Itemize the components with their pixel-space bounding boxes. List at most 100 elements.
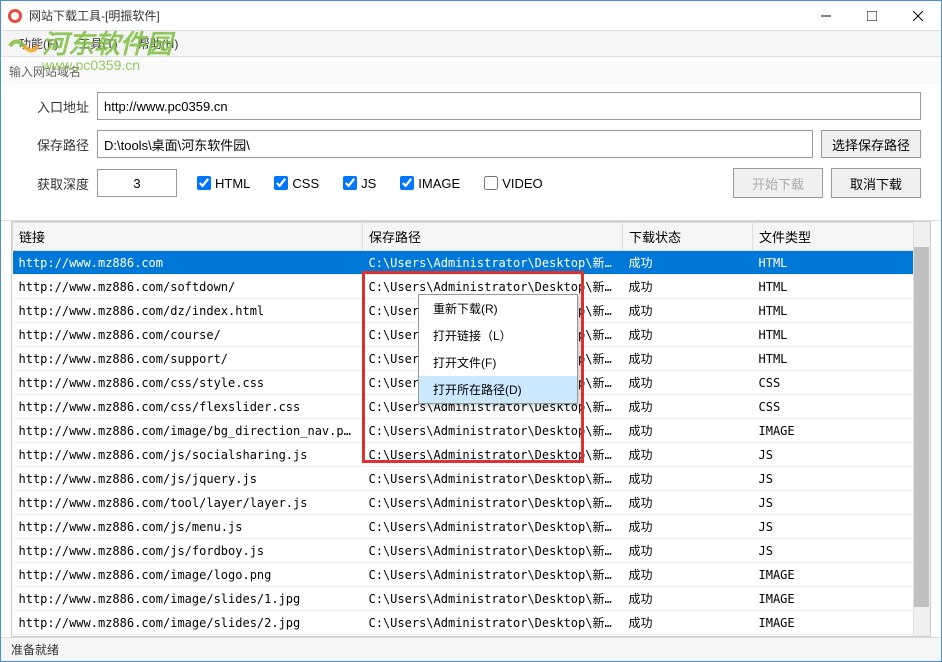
statusbar: 准备就绪 <box>1 637 941 661</box>
cell-link: http://www.mz886.com/js/jquery.js <box>13 467 363 491</box>
table-row[interactable]: http://www.mz886.com/js/jquery.jsC:\User… <box>13 467 930 491</box>
table-row[interactable]: http://www.mz886.comC:\Users\Administrat… <box>13 251 930 275</box>
depth-label: 获取深度 <box>21 174 89 193</box>
context-menu: 重新下载(R)打开链接（L）打开文件(F)打开所在路径(D) <box>418 294 578 404</box>
cell-status: 成功 <box>623 491 753 515</box>
cell-status: 成功 <box>623 563 753 587</box>
checkbox-label: VIDEO <box>502 176 542 191</box>
cell-path: C:\Users\Administrator\Desktop\新建文件夹\ima… <box>363 611 623 635</box>
table-row[interactable]: http://www.mz886.com/js/menu.jsC:\Users\… <box>13 515 930 539</box>
cell-type: CSS <box>753 371 930 395</box>
cell-status: 成功 <box>623 251 753 275</box>
cell-type: JS <box>753 515 930 539</box>
cell-status: 成功 <box>623 395 753 419</box>
cell-status: 成功 <box>623 275 753 299</box>
cell-type: HTML <box>753 275 930 299</box>
cell-link: http://www.mz886.com/js/socialsharing.js <box>13 443 363 467</box>
cell-status: 成功 <box>623 323 753 347</box>
header-type[interactable]: 文件类型 <box>753 223 930 251</box>
checkbox-css[interactable]: CSS <box>274 176 319 191</box>
cell-path: C:\Users\Administrator\Desktop\新建文件夹\js\… <box>363 443 623 467</box>
cell-link: http://www.mz886.com/course/ <box>13 323 363 347</box>
cell-link: http://www.mz886.com/dz/index.html <box>13 299 363 323</box>
checkbox-input-css[interactable] <box>274 176 288 190</box>
path-input[interactable] <box>97 130 813 158</box>
section-header: 输入网站域名 <box>1 57 941 84</box>
cell-type: HTML <box>753 323 930 347</box>
cell-path: C:\Users\Administrator\Desktop\新建文件夹\ima… <box>363 419 623 443</box>
cell-status: 成功 <box>623 467 753 491</box>
checkbox-input-video[interactable] <box>484 176 498 190</box>
form-area: 入口地址 保存路径 选择保存路径 获取深度 HTML CSS JS IMAGE VIDE… <box>1 84 941 221</box>
checkbox-input-js[interactable] <box>343 176 357 190</box>
cell-path: C:\Users\Administrator\Desktop\新建文件夹\ima… <box>363 587 623 611</box>
choose-path-button[interactable]: 选择保存路径 <box>821 130 921 158</box>
maximize-button[interactable] <box>849 1 895 31</box>
cell-link: http://www.mz886.com/support/ <box>13 347 363 371</box>
cell-status: 成功 <box>623 347 753 371</box>
cell-path: C:\Users\Administrator\Desktop\新建文件夹\js\… <box>363 539 623 563</box>
status-text: 准备就绪 <box>11 641 59 658</box>
checkbox-label: HTML <box>215 176 250 191</box>
cell-type: IMAGE <box>753 611 930 635</box>
context-item[interactable]: 打开所在路径(D) <box>419 376 577 403</box>
close-button[interactable] <box>895 1 941 31</box>
table-row[interactable]: http://www.mz886.com/image/slides/1.jpgC… <box>13 587 930 611</box>
cell-path: C:\Users\Administrator\Desktop\新建文件夹\ind… <box>363 251 623 275</box>
cell-status: 成功 <box>623 515 753 539</box>
cell-type: JS <box>753 467 930 491</box>
table-row[interactable]: http://www.mz886.com/js/fordboy.jsC:\Use… <box>13 539 930 563</box>
depth-input[interactable] <box>97 169 177 197</box>
context-item[interactable]: 重新下载(R) <box>419 295 577 322</box>
checkbox-video[interactable]: VIDEO <box>484 176 542 191</box>
scrollbar-track[interactable] <box>913 222 930 636</box>
cell-link: http://www.mz886.com/image/logo.png <box>13 563 363 587</box>
cell-type: IMAGE <box>753 419 930 443</box>
cell-type: IMAGE <box>753 563 930 587</box>
checkbox-js[interactable]: JS <box>343 176 376 191</box>
menu-help[interactable]: 帮助(H) <box>128 32 189 55</box>
menu-tools[interactable]: 工具(T) <box>68 32 127 55</box>
cell-link: http://www.mz886.com/js/menu.js <box>13 515 363 539</box>
checkbox-html[interactable]: HTML <box>197 176 250 191</box>
table-row[interactable]: http://www.mz886.com/js/socialsharing.js… <box>13 443 930 467</box>
cell-status: 成功 <box>623 539 753 563</box>
cell-link: http://www.mz886.com/tool/layer/layer.js <box>13 491 363 515</box>
menubar: 功能(F) 工具(T) 帮助(H) <box>1 31 941 57</box>
cell-link: http://www.mz886.com/image/slides/1.jpg <box>13 587 363 611</box>
menu-function[interactable]: 功能(F) <box>9 32 68 55</box>
cancel-download-button[interactable]: 取消下载 <box>831 168 921 198</box>
checkbox-input-image[interactable] <box>400 176 414 190</box>
cell-type: JS <box>753 539 930 563</box>
checkbox-image[interactable]: IMAGE <box>400 176 460 191</box>
cell-path: C:\Users\Administrator\Desktop\新建文件夹\js\… <box>363 515 623 539</box>
path-label: 保存路径 <box>21 135 89 154</box>
window-title: 网站下载工具-[明振软件] <box>29 7 803 24</box>
cell-path: C:\Users\Administrator\Desktop\新建文件夹\too… <box>363 491 623 515</box>
scrollbar-thumb[interactable] <box>914 247 929 607</box>
url-label: 入口地址 <box>21 97 89 116</box>
cell-status: 成功 <box>623 587 753 611</box>
table-row[interactable]: http://www.mz886.com/image/slides/2.jpgC… <box>13 611 930 635</box>
cell-link: http://www.mz886.com/image/slides/2.jpg <box>13 611 363 635</box>
header-link[interactable]: 链接 <box>13 223 363 251</box>
cell-path: C:\Users\Administrator\Desktop\新建文件夹\ima… <box>363 563 623 587</box>
table-row[interactable]: http://www.mz886.com/tool/layer/layer.js… <box>13 491 930 515</box>
header-status[interactable]: 下载状态 <box>623 223 753 251</box>
url-input[interactable] <box>97 92 921 120</box>
cell-status: 成功 <box>623 611 753 635</box>
cell-type: IMAGE <box>753 587 930 611</box>
start-download-button[interactable]: 开始下载 <box>733 168 823 198</box>
cell-type: JS <box>753 443 930 467</box>
checkbox-input-html[interactable] <box>197 176 211 190</box>
table-row[interactable]: http://www.mz886.com/image/bg_direction_… <box>13 419 930 443</box>
context-item[interactable]: 打开链接（L） <box>419 322 577 349</box>
header-path[interactable]: 保存路径 <box>363 223 623 251</box>
minimize-button[interactable] <box>803 1 849 31</box>
cell-path: C:\Users\Administrator\Desktop\新建文件夹\js\… <box>363 467 623 491</box>
cell-status: 成功 <box>623 371 753 395</box>
context-item[interactable]: 打开文件(F) <box>419 349 577 376</box>
table-row[interactable]: http://www.mz886.com/image/logo.pngC:\Us… <box>13 563 930 587</box>
cell-status: 成功 <box>623 419 753 443</box>
cell-link: http://www.mz886.com/js/fordboy.js <box>13 539 363 563</box>
